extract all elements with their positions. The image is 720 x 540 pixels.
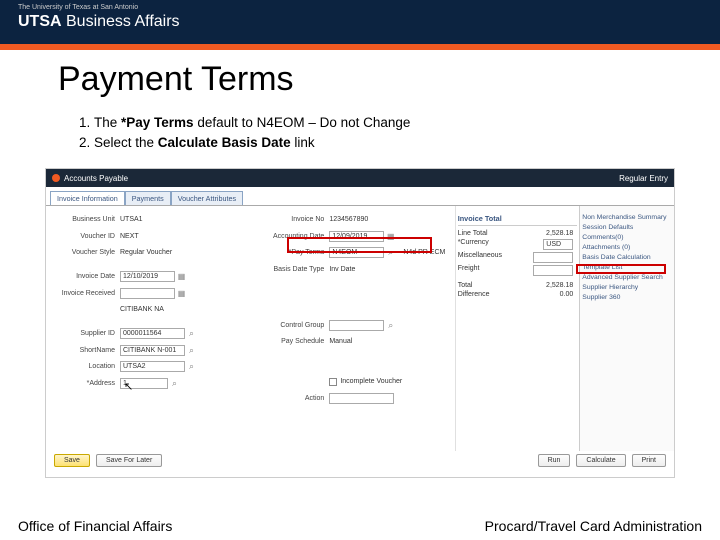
currency-input[interactable]: USD (543, 239, 573, 250)
supplier-id-input[interactable]: 0000011564 (120, 328, 185, 339)
calendar-icon[interactable] (177, 289, 186, 298)
pay-terms-input[interactable]: N4EOM (329, 247, 384, 258)
invoice-total-header: Invoice Total (458, 212, 578, 226)
tab-invoice-info[interactable]: Invoice Information (50, 191, 125, 205)
tab-bar: Invoice Information Payments Voucher Att… (50, 191, 670, 205)
calculate-button[interactable]: Calculate (576, 454, 625, 467)
page-title: Payment Terms (58, 60, 690, 99)
app-header: Accounts Payable Regular Entry (46, 169, 674, 187)
links-panel: Non Merchandise Summary Session Defaults… (579, 206, 674, 451)
instruction-1: The *Pay Terms default to N4EOM – Do not… (94, 113, 690, 133)
instruction-2: Select the Calculate Basis Date link (94, 133, 690, 153)
form-mid: Invoice No1234567890 Accounting Date12/0… (255, 206, 454, 451)
freight-input[interactable] (533, 265, 573, 276)
invoice-received-input[interactable] (120, 288, 175, 299)
form-left: Business UnitUTSA1 Voucher IDNEXT Vouche… (46, 206, 255, 451)
control-group-input[interactable] (329, 320, 384, 331)
incomplete-checkbox[interactable] (329, 378, 337, 386)
link-attachments[interactable]: Attachments (0) (582, 242, 672, 252)
tab-payments[interactable]: Payments (125, 191, 171, 205)
business-unit-value: UTSA1 (120, 216, 143, 223)
misc-input[interactable] (533, 252, 573, 263)
link-basis-date-calc[interactable]: Basis Date Calculation (582, 252, 672, 262)
basis-date-value: Inv Date (329, 266, 355, 273)
university-name: The University of Texas at San Antonio (18, 4, 702, 11)
lookup-icon[interactable] (187, 362, 196, 371)
cursor-icon: ↖ (124, 380, 133, 393)
lookup-icon[interactable] (386, 321, 395, 330)
app-icon (52, 174, 60, 182)
app-screenshot: Accounts Payable Regular Entry Invoice I… (45, 168, 675, 478)
lookup-icon[interactable] (170, 379, 179, 388)
tab-voucher-attrs[interactable]: Voucher Attributes (171, 191, 243, 205)
link-adv-supplier-search[interactable]: Advanced Supplier Search (582, 272, 672, 282)
lookup-icon[interactable] (386, 248, 395, 257)
voucher-style-value: Regular Voucher (120, 249, 172, 256)
app-title: Accounts Payable (64, 174, 128, 183)
link-supplier-360[interactable]: Supplier 360 (582, 292, 672, 302)
incomplete-label: Incomplete Voucher (340, 378, 402, 385)
save-button[interactable]: Save (54, 454, 90, 467)
run-button[interactable]: Run (538, 454, 571, 467)
link-non-merch[interactable]: Non Merchandise Summary (582, 212, 672, 222)
invoice-total-panel: Invoice Total Line Total2,528.18 *Curren… (455, 206, 580, 451)
difference-value: 0.00 (560, 291, 574, 298)
calendar-icon[interactable] (386, 232, 395, 241)
calendar-icon[interactable] (177, 272, 186, 281)
button-bar: Save Save For Later Run Calculate Print (46, 451, 674, 470)
bank-name: CITIBANK NA (120, 306, 164, 313)
link-template-list[interactable]: Template List (582, 262, 672, 272)
entry-mode: Regular Entry (619, 174, 668, 183)
accent-bar (0, 44, 720, 50)
lookup-icon[interactable] (187, 346, 196, 355)
action-select[interactable] (329, 393, 394, 404)
footer-right: Procard/Travel Card Administration (485, 518, 702, 534)
pay-schedule-value: Manual (329, 338, 352, 345)
total-value: 2,528.18 (546, 282, 573, 289)
slide-footer: Office of Financial Affairs Procard/Trav… (0, 518, 720, 540)
link-comments[interactable]: Comments(0) (582, 232, 672, 242)
slide-header: The University of Texas at San Antonio U… (0, 0, 720, 44)
voucher-id-value: NEXT (120, 233, 139, 240)
footer-left: Office of Financial Affairs (18, 518, 172, 534)
brand: UTSA Business Affairs (18, 13, 702, 31)
invoice-no-value: 1234567890 (329, 216, 368, 223)
line-total-value: 2,528.18 (546, 230, 573, 237)
print-button[interactable]: Print (632, 454, 666, 467)
link-supplier-hierarchy[interactable]: Supplier Hierarchy (582, 282, 672, 292)
pay-terms-aux: N4d PR ECM (403, 249, 445, 256)
lookup-icon[interactable] (187, 329, 196, 338)
accounting-date-input[interactable]: 12/09/2019 (329, 231, 384, 242)
invoice-date-input[interactable]: 12/10/2019 (120, 271, 175, 282)
save-later-button[interactable]: Save For Later (96, 454, 162, 467)
location-input[interactable]: UTSA2 (120, 361, 185, 372)
short-name-input[interactable]: CITIBANK N-001 (120, 345, 185, 356)
instructions-list: The *Pay Terms default to N4EOM – Do not… (70, 113, 690, 152)
link-session-defaults[interactable]: Session Defaults (582, 222, 672, 232)
